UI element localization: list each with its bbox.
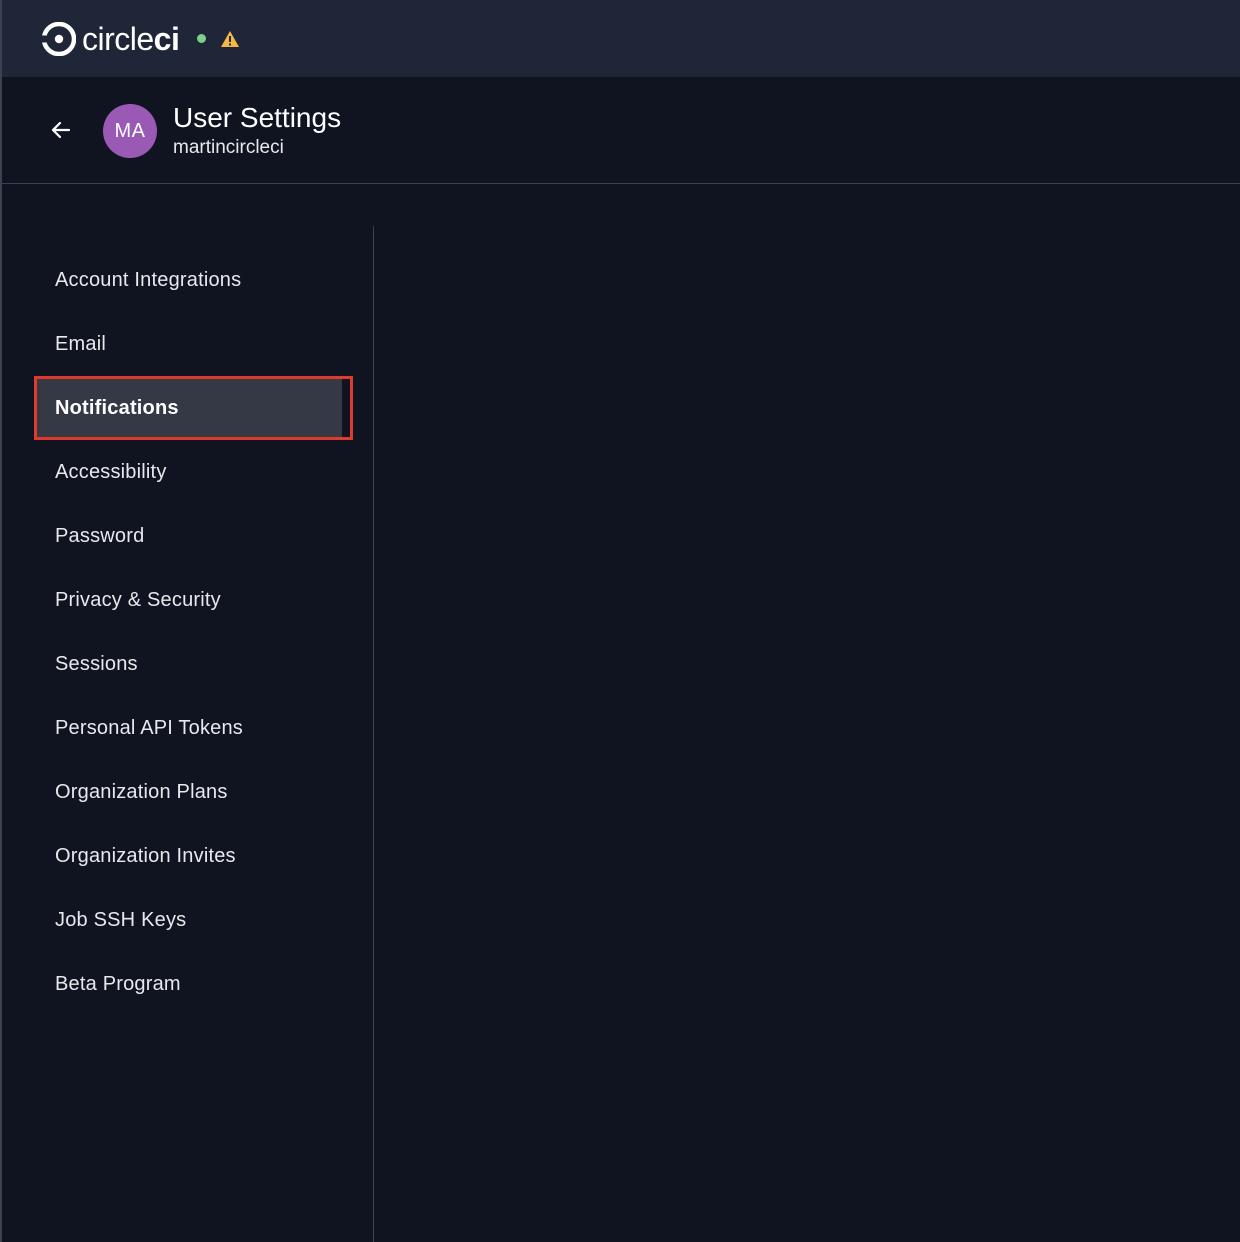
sidebar-item-password[interactable]: Password	[34, 504, 354, 568]
sidebar-item-job-ssh-keys[interactable]: Job SSH Keys	[34, 888, 354, 952]
circleci-logo-icon	[42, 21, 76, 56]
sidebar-divider	[373, 226, 374, 1242]
sidebar-item-organization-invites[interactable]: Organization Invites	[34, 824, 354, 888]
username-label: martincircleci	[173, 137, 284, 158]
page-title: User Settings	[173, 102, 342, 133]
top-navigation-bar: circleci	[0, 0, 1240, 77]
sidebar-item-personal-api-tokens[interactable]: Personal API Tokens	[34, 696, 354, 760]
circleci-wordmark: circleci	[82, 20, 180, 57]
sidebar-item-beta-program[interactable]: Beta Program	[34, 952, 354, 1016]
sidebar-item-privacy-security[interactable]: Privacy & Security	[34, 568, 354, 632]
sidebar-item-sessions[interactable]: Sessions	[34, 632, 354, 696]
sidebar-item-accessibility[interactable]: Accessibility	[34, 440, 354, 504]
arrow-left-icon	[51, 121, 71, 139]
settings-header: MA User Settings martincircleci	[0, 77, 1240, 184]
circleci-logo[interactable]: circleci	[42, 20, 180, 57]
sidebar-item-notifications[interactable]: Notifications	[34, 376, 353, 440]
status-indicator-dot[interactable]	[197, 34, 207, 43]
user-avatar: MA	[103, 104, 157, 158]
sidebar-item-email[interactable]: Email	[34, 312, 354, 376]
back-button[interactable]	[46, 115, 76, 145]
warning-icon[interactable]	[220, 30, 240, 48]
settings-body: Account Integrations Email Notifications…	[0, 184, 1240, 1242]
sidebar-item-organization-plans[interactable]: Organization Plans	[34, 760, 354, 824]
sidebar-item-account-integrations[interactable]: Account Integrations	[34, 248, 354, 312]
settings-sidebar-nav: Account Integrations Email Notifications…	[34, 248, 354, 1016]
